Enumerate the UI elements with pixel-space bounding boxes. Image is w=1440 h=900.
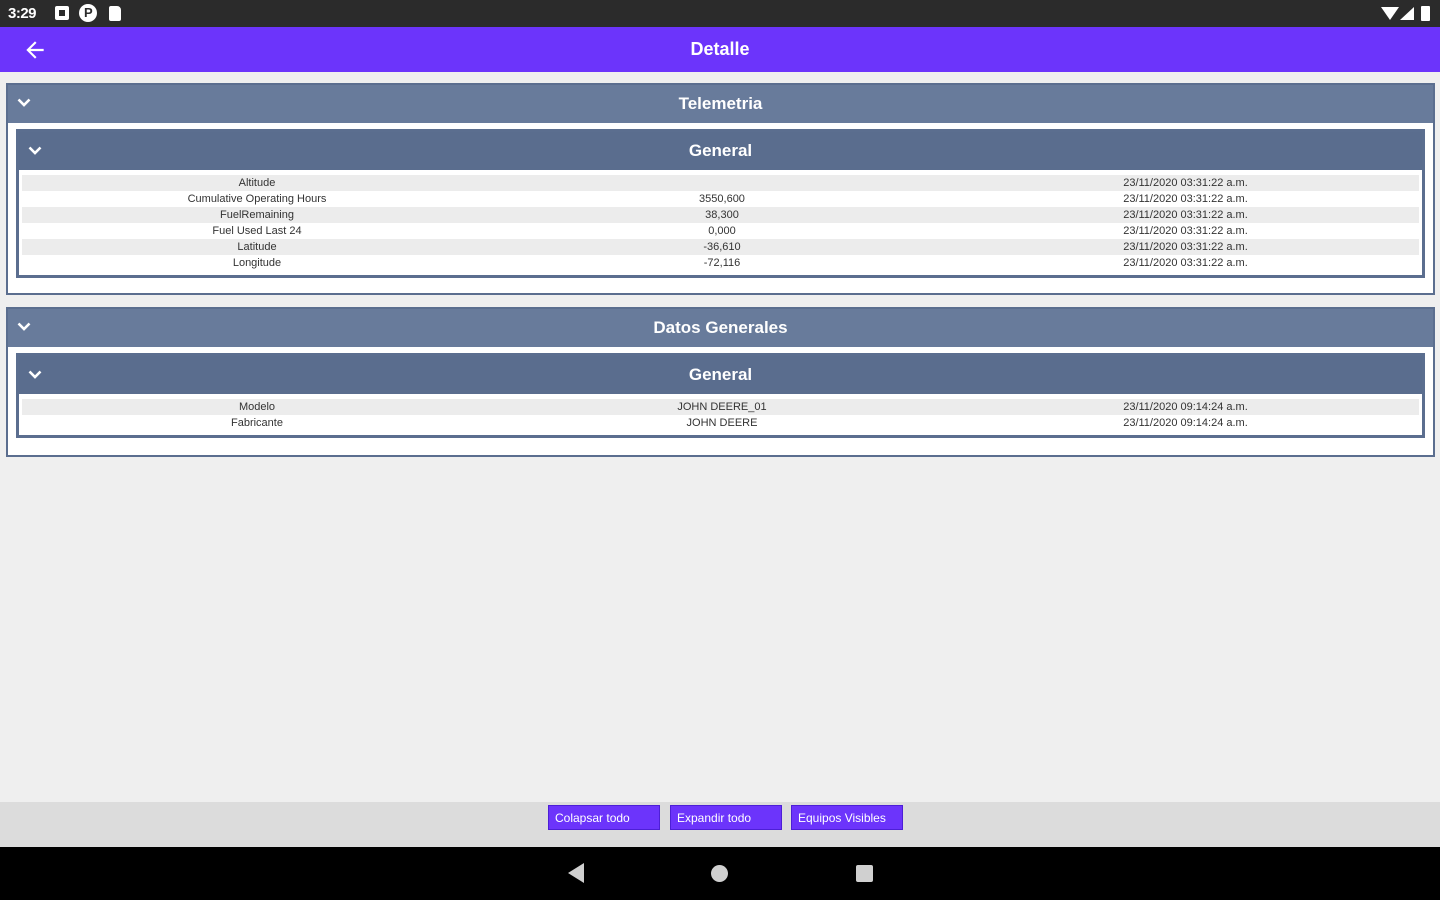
section-datos-generales: Datos Generales General Modelo JOHN DEER… bbox=[6, 307, 1435, 457]
page-title: Detalle bbox=[690, 39, 750, 59]
bottom-toolbar: Colapsar todo Expandir todo Equipos Visi… bbox=[0, 802, 1440, 847]
signal-icon bbox=[1400, 7, 1414, 20]
row-value: 3550,600 bbox=[699, 193, 745, 205]
table-row: Longitude -72,116 23/11/2020 03:31:22 a.… bbox=[22, 255, 1419, 271]
table-row: Latitude -36,610 23/11/2020 03:31:22 a.m… bbox=[22, 239, 1419, 255]
sd-card-icon bbox=[109, 6, 121, 21]
group-title: General bbox=[688, 365, 753, 384]
row-timestamp: 23/11/2020 03:31:22 a.m. bbox=[1123, 225, 1248, 237]
group-header-general[interactable]: General bbox=[19, 356, 1422, 394]
row-label: Modelo bbox=[238, 401, 276, 413]
row-value: -72,116 bbox=[703, 257, 741, 269]
row-label: FuelRemaining bbox=[220, 209, 294, 221]
row-value: 0,000 bbox=[708, 225, 736, 237]
table-row: FuelRemaining 38,300 23/11/2020 03:31:22… bbox=[22, 207, 1419, 223]
table-row: Altitude 23/11/2020 03:31:22 a.m. bbox=[22, 175, 1419, 191]
section-header-telemetria[interactable]: Telemetria bbox=[8, 85, 1433, 123]
table-row: Cumulative Operating Hours 3550,600 23/1… bbox=[22, 191, 1419, 207]
table-row: Modelo JOHN DEERE_01 23/11/2020 09:14:24… bbox=[22, 399, 1419, 415]
expand-all-button[interactable]: Expandir todo bbox=[670, 805, 782, 830]
row-timestamp: 23/11/2020 09:14:24 a.m. bbox=[1123, 401, 1248, 413]
row-timestamp: 23/11/2020 03:31:22 a.m. bbox=[1123, 241, 1248, 253]
row-label: Cumulative Operating Hours bbox=[187, 193, 327, 205]
group-general: General Altitude 23/11/2020 03:31:22 a.m… bbox=[16, 129, 1425, 278]
wifi-icon bbox=[1381, 7, 1399, 20]
visible-equipment-button[interactable]: Equipos Visibles bbox=[791, 805, 903, 830]
row-value: JOHN DEERE_01 bbox=[677, 401, 767, 413]
section-header-datos-generales[interactable]: Datos Generales bbox=[8, 309, 1433, 347]
row-label: Fuel Used Last 24 bbox=[212, 225, 302, 237]
status-bar: 3:29 bbox=[0, 0, 1440, 27]
notification-square-icon bbox=[55, 6, 69, 20]
row-label: Altitude bbox=[238, 177, 276, 189]
battery-icon bbox=[1421, 6, 1430, 21]
section-telemetria: Telemetria General Altitude 23/11/2020 0… bbox=[6, 83, 1435, 295]
row-timestamp: 23/11/2020 03:31:22 a.m. bbox=[1123, 257, 1248, 269]
row-label: Fabricante bbox=[231, 417, 283, 429]
row-value: 38,300 bbox=[705, 209, 739, 221]
row-label: Latitude bbox=[237, 241, 277, 253]
row-timestamp: 23/11/2020 03:31:22 a.m. bbox=[1123, 209, 1248, 221]
status-time: 3:29 bbox=[8, 5, 37, 22]
section-title: Telemetria bbox=[678, 94, 763, 113]
row-timestamp: 23/11/2020 03:31:22 a.m. bbox=[1123, 177, 1248, 189]
row-value: -36,610 bbox=[703, 241, 741, 253]
nav-home-icon[interactable] bbox=[711, 865, 728, 882]
nav-recents-icon[interactable] bbox=[856, 865, 873, 882]
row-value bbox=[492, 175, 952, 191]
section-title: Datos Generales bbox=[653, 318, 788, 337]
table-row: Fuel Used Last 24 0,000 23/11/2020 03:31… bbox=[22, 223, 1419, 239]
app-bar: Detalle bbox=[0, 27, 1440, 72]
row-value: JOHN DEERE bbox=[686, 417, 758, 429]
collapse-all-button[interactable]: Colapsar todo bbox=[548, 805, 660, 830]
row-label: Longitude bbox=[232, 257, 282, 269]
row-timestamp: 23/11/2020 03:31:22 a.m. bbox=[1123, 193, 1248, 205]
group-header-general[interactable]: General bbox=[19, 132, 1422, 170]
table-row: Fabricante JOHN DEERE 23/11/2020 09:14:2… bbox=[22, 415, 1419, 431]
arrow-left-icon[interactable] bbox=[22, 37, 48, 63]
group-title: General bbox=[688, 141, 753, 160]
p-circle-icon bbox=[79, 4, 97, 22]
data-table: Modelo JOHN DEERE_01 23/11/2020 09:14:24… bbox=[19, 394, 1422, 435]
data-table: Altitude 23/11/2020 03:31:22 a.m. Cumula… bbox=[19, 170, 1422, 275]
nav-back-icon[interactable] bbox=[568, 863, 584, 883]
row-timestamp: 23/11/2020 09:14:24 a.m. bbox=[1123, 417, 1248, 429]
system-nav-bar bbox=[0, 847, 1440, 900]
group-general: General Modelo JOHN DEERE_01 23/11/2020 … bbox=[16, 353, 1425, 438]
